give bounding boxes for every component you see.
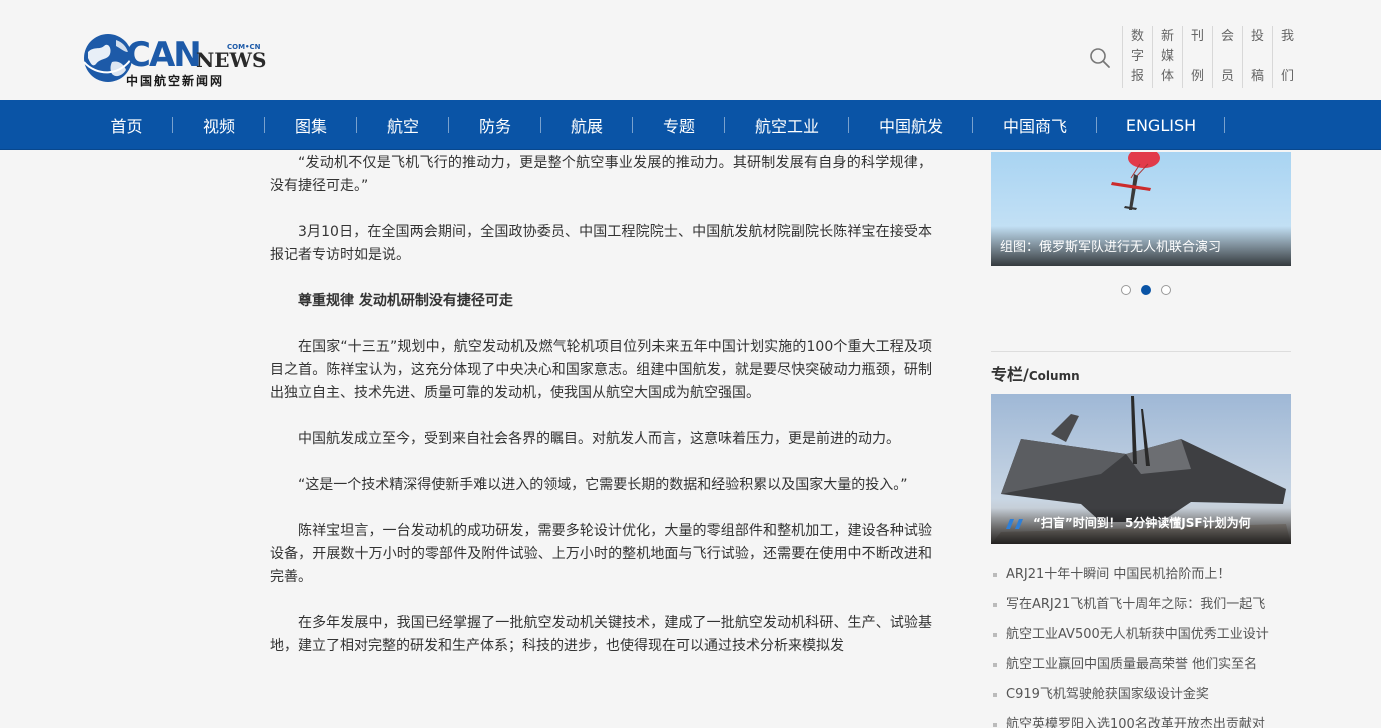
slider-dot-active[interactable] xyxy=(1141,285,1151,295)
article-body: “发动机不仅是飞机飞行的推动力，更是整个航空事业发展的推动力。其研制发展有自身的… xyxy=(270,152,932,681)
quote-icon xyxy=(1006,519,1023,529)
column-title-cn: 专栏/ xyxy=(991,365,1029,384)
top-link-char: 我 xyxy=(1280,29,1294,44)
nav-item-aviation[interactable]: 航空 xyxy=(357,100,449,150)
nav-item-gallery[interactable]: 图集 xyxy=(265,100,357,150)
top-link-char: 新 xyxy=(1160,29,1174,44)
top-link-char: 稿 xyxy=(1250,69,1264,84)
top-link-char: 媒 xyxy=(1160,49,1174,64)
search-icon[interactable] xyxy=(1089,47,1111,69)
column-caption: “扫盲”时间到！ 5分钟读懂JSF计划为何 xyxy=(991,508,1291,544)
top-link-char: 刊 xyxy=(1190,29,1204,44)
article-paragraph: 陈祥宝坦言，一台发动机的成功研发，需要多轮设计优化，大量的零组部件和整机加工，建… xyxy=(270,523,932,585)
top-link-digital-paper[interactable]: 数 字 报 xyxy=(1122,26,1152,88)
news-list-item[interactable]: C919飞机驾驶舱获国家级设计金奖 xyxy=(991,683,1291,713)
article-paragraph: 在多年发展中，我国已经掌握了一批航空发动机关键技术，建成了一批航空发动机科研、生… xyxy=(270,615,932,654)
top-link-members[interactable]: 会 员 xyxy=(1212,26,1242,88)
site-header: CAN COM•CN NEWS 中国航空新闻网 数 字 报 新 媒 体 刊 例 … xyxy=(0,0,1381,100)
article-subheading: 尊重规律 发动机研制没有捷径可走 xyxy=(298,293,513,309)
top-link-char: 数 xyxy=(1130,29,1144,44)
main-nav: 首页 视频 图集 航空 防务 航展 专题 航空工业 中国航发 中国商飞 ENGL… xyxy=(0,100,1381,150)
article-paragraph: “发动机不仅是飞机飞行的推动力，更是整个航空事业发展的推动力。其研制发展有自身的… xyxy=(270,155,932,194)
news-list: ARJ21十年十瞬间 中国民机拾阶而上！ 写在ARJ21飞机首飞十周年之际：我们… xyxy=(991,563,1291,728)
top-link-char: 报 xyxy=(1130,69,1144,84)
site-logo[interactable]: CAN COM•CN NEWS 中国航空新闻网 xyxy=(82,30,272,92)
news-list-item[interactable]: 航空工业赢回中国质量最高荣誉 他们实至名 xyxy=(991,653,1291,683)
article-paragraph: 在国家“十三五”规划中，航空发动机及燃气轮机项目位列未来五年中国计划实施的100… xyxy=(270,339,932,401)
news-list-item[interactable]: ARJ21十年十瞬间 中国民机拾阶而上！ xyxy=(991,563,1291,593)
top-link-char: 们 xyxy=(1280,69,1294,84)
photo-slider[interactable]: 组图：俄罗斯军队进行无人机联合演习 xyxy=(991,152,1291,266)
top-link-char: 体 xyxy=(1160,69,1174,84)
top-link-submit[interactable]: 投 稿 xyxy=(1242,26,1272,88)
article-paragraph: “这是一个技术精深得使新手难以进入的领域，它需要长期的数据和经验积累以及国家大量… xyxy=(298,477,908,493)
slider-caption: 组图：俄罗斯军队进行无人机联合演习 xyxy=(991,226,1291,266)
top-link-char: 会 xyxy=(1220,29,1234,44)
slider-caption-text: 组图：俄罗斯军队进行无人机联合演习 xyxy=(1000,240,1222,255)
nav-item-defense[interactable]: 防务 xyxy=(449,100,541,150)
news-list-item[interactable]: 航空英模罗阳入选100名改革开放杰出贡献对 xyxy=(991,713,1291,728)
top-link-new-media[interactable]: 新 媒 体 xyxy=(1152,26,1182,88)
nav-item-english[interactable]: ENGLISH xyxy=(1097,100,1225,150)
nav-item-topics[interactable]: 专题 xyxy=(633,100,725,150)
column-title-en: Column xyxy=(1028,369,1080,383)
logo-can-text: CAN xyxy=(126,35,202,75)
slider-dot[interactable] xyxy=(1121,285,1131,295)
top-link-char: 投 xyxy=(1250,29,1264,44)
top-link-about-us[interactable]: 我 们 xyxy=(1272,26,1302,88)
top-link-publications[interactable]: 刊 例 xyxy=(1182,26,1212,88)
nav-item-comac[interactable]: 中国商飞 xyxy=(973,100,1097,150)
divider xyxy=(991,351,1291,352)
nav-item-avic[interactable]: 航空工业 xyxy=(725,100,849,150)
nav-item-aecc[interactable]: 中国航发 xyxy=(849,100,973,150)
top-links: 数 字 报 新 媒 体 刊 例 会 员 投 稿 我 们 xyxy=(1122,26,1302,88)
column-feature[interactable]: “扫盲”时间到！ 5分钟读懂JSF计划为何 xyxy=(991,394,1291,544)
logo-news-text: NEWS xyxy=(196,48,267,72)
news-list-item[interactable]: 航空工业AV500无人机斩获中国优秀工业设计 xyxy=(991,623,1291,653)
slider-dots xyxy=(1121,285,1171,295)
slider-dot[interactable] xyxy=(1161,285,1171,295)
column-section-title: 专栏/Column xyxy=(991,361,1080,385)
article-paragraph: 3月10日，在全国两会期间，全国政协委员、中国工程院院士、中国航发航材院副院长陈… xyxy=(270,224,932,263)
top-link-char: 例 xyxy=(1190,69,1204,84)
top-link-char: 字 xyxy=(1130,49,1144,64)
nav-item-video[interactable]: 视频 xyxy=(173,100,265,150)
column-caption-text: “扫盲”时间到！ 5分钟读懂JSF计划为何 xyxy=(1033,516,1251,530)
logo-subtitle: 中国航空新闻网 xyxy=(126,74,225,88)
news-list-item[interactable]: 写在ARJ21飞机首飞十周年之际：我们一起飞 xyxy=(991,593,1291,623)
top-link-char: 员 xyxy=(1220,69,1234,84)
article-paragraph: 中国航发成立至今，受到来自社会各界的瞩目。对航发人而言，这意味着压力，更是前进的… xyxy=(298,431,900,447)
nav-item-airshow[interactable]: 航展 xyxy=(541,100,633,150)
nav-item-home[interactable]: 首页 xyxy=(80,100,173,150)
